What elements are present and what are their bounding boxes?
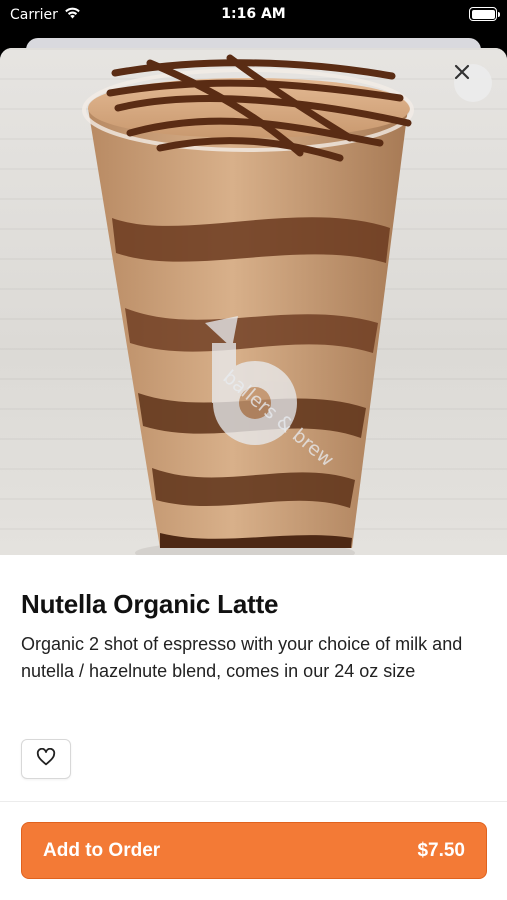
product-title: Nutella Organic Latte — [21, 589, 279, 619]
battery-icon — [469, 7, 500, 21]
product-description: Organic 2 shot of espresso with your cho… — [21, 634, 463, 681]
heart-outline-icon — [36, 747, 56, 771]
close-button[interactable] — [454, 64, 492, 102]
status-bar: Carrier 1:16 AM — [0, 0, 507, 30]
product-sheet: ballers & brew Nutella Organic Latte Org… — [0, 48, 507, 900]
add-to-order-button[interactable]: Add to Order $7.50 — [21, 822, 487, 879]
latte-cup-illustration: ballers & brew — [82, 54, 414, 555]
divider — [0, 801, 507, 802]
add-to-order-label: Add to Order — [43, 839, 161, 861]
favorite-button[interactable] — [21, 739, 71, 779]
status-time: 1:16 AM — [221, 6, 286, 22]
price-label: $7.50 — [417, 839, 465, 861]
product-image: ballers & brew — [0, 48, 507, 555]
